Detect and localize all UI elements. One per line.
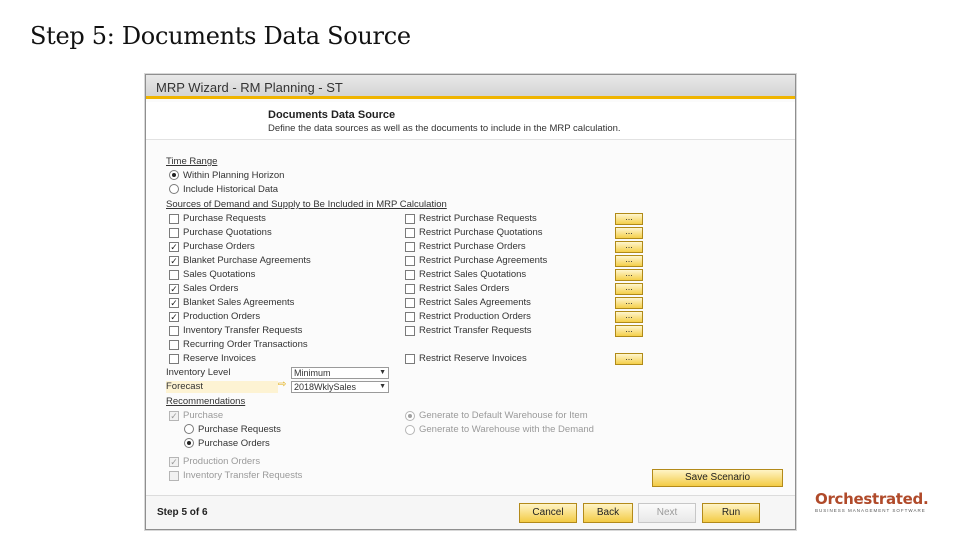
restrict-checkbox[interactable] xyxy=(405,312,415,322)
source-checkbox[interactable] xyxy=(169,214,179,224)
source-checkbox-label: Recurring Order Transactions xyxy=(183,339,308,350)
restrict-checkbox[interactable] xyxy=(405,284,415,294)
restrict-options-button[interactable]: ... xyxy=(615,311,643,323)
wizard-body: Time Range Within Planning Horizon Inclu… xyxy=(146,141,795,529)
save-scenario-button[interactable]: Save Scenario xyxy=(652,469,783,487)
restrict-checkbox-label: Restrict Sales Orders xyxy=(419,283,510,294)
radio-label-include-historical-data: Include Historical Data xyxy=(183,184,279,195)
inventory-level-label: Inventory Level xyxy=(166,367,231,378)
radio-label-demand-warehouse: Generate to Warehouse with the Demand xyxy=(419,424,594,435)
chevron-down-icon: ▼ xyxy=(379,369,386,376)
radio-purchase-requests[interactable] xyxy=(184,424,194,434)
source-checkbox-label: Blanket Purchase Agreements xyxy=(183,255,311,266)
logo-name: Orchestrated. xyxy=(815,490,929,508)
source-checkbox-label: Purchase Requests xyxy=(183,213,266,224)
radio-default-warehouse[interactable] xyxy=(405,411,415,421)
sources-heading: Sources of Demand and Supply to Be Inclu… xyxy=(166,199,447,210)
run-button[interactable]: Run xyxy=(702,503,760,523)
restrict-checkbox-label: Restrict Purchase Orders xyxy=(419,241,526,252)
restrict-options-button[interactable]: ... xyxy=(615,255,643,267)
restrict-checkbox-label: Restrict Purchase Agreements xyxy=(419,255,548,266)
source-checkbox[interactable] xyxy=(169,340,179,350)
restrict-checkbox-label: Restrict Reserve Invoices xyxy=(419,353,527,364)
restrict-checkbox-label: Restrict Sales Agreements xyxy=(419,297,531,308)
source-checkbox-label: Blanket Sales Agreements xyxy=(183,297,295,308)
restrict-checkbox[interactable] xyxy=(405,256,415,266)
source-checkbox-label: Purchase Quotations xyxy=(183,227,272,238)
restrict-options-button[interactable]: ... xyxy=(615,283,643,295)
production-orders-checkbox-label: Production Orders xyxy=(183,456,261,467)
forecast-dropdown[interactable]: 2018WklySales ▼ xyxy=(291,381,389,393)
restrict-options-button[interactable]: ... xyxy=(615,325,643,337)
restrict-options-button[interactable]: ... xyxy=(615,213,643,225)
inventory-transfer-checkbox-label: Inventory Transfer Requests xyxy=(183,470,303,481)
source-checkbox[interactable] xyxy=(169,228,179,238)
restrict-checkbox-label: Restrict Sales Quotations xyxy=(419,269,527,280)
purchase-checkbox-label: Purchase xyxy=(183,410,224,421)
wizard-footer: Step 5 of 6 Cancel Back Next Run xyxy=(146,495,795,529)
inventory-level-dropdown[interactable]: Minimum ▼ xyxy=(291,367,389,379)
next-button[interactable]: Next xyxy=(638,503,696,523)
mrp-wizard-window: MRP Wizard - RM Planning - ST Documents … xyxy=(145,74,796,530)
company-logo: Orchestrated. BUSINESS MANAGEMENT SOFTWA… xyxy=(815,490,929,513)
forecast-label: Forecast xyxy=(166,381,203,392)
restrict-checkbox[interactable] xyxy=(405,242,415,252)
restrict-checkbox[interactable] xyxy=(405,228,415,238)
restrict-checkbox-label: Restrict Production Orders xyxy=(419,311,531,322)
source-checkbox[interactable] xyxy=(169,270,179,280)
wizard-step-subtitle: Define the data sources as well as the d… xyxy=(268,123,621,134)
radio-include-historical-data[interactable] xyxy=(169,184,179,194)
production-orders-checkbox[interactable]: ✓ xyxy=(169,457,179,467)
source-checkbox[interactable]: ✓ xyxy=(169,312,179,322)
restrict-checkbox-label: Restrict Purchase Requests xyxy=(419,213,537,224)
restrict-checkbox[interactable] xyxy=(405,354,415,364)
restrict-options-button[interactable]: ... xyxy=(615,227,643,239)
restrict-checkbox-label: Restrict Purchase Quotations xyxy=(419,227,543,238)
radio-label-purchase-requests: Purchase Requests xyxy=(198,424,281,435)
source-checkbox-label: Inventory Transfer Requests xyxy=(183,325,303,336)
restrict-checkbox[interactable] xyxy=(405,214,415,224)
radio-purchase-orders[interactable] xyxy=(184,438,194,448)
source-checkbox-label: Sales Orders xyxy=(183,283,239,294)
source-checkbox[interactable] xyxy=(169,354,179,364)
source-checkbox[interactable]: ✓ xyxy=(169,284,179,294)
window-titlebar: MRP Wizard - RM Planning - ST xyxy=(146,75,795,99)
source-checkbox-label: Purchase Orders xyxy=(183,241,255,252)
restrict-checkbox-label: Restrict Transfer Requests xyxy=(419,325,532,336)
cancel-button[interactable]: Cancel xyxy=(519,503,577,523)
source-checkbox-label: Production Orders xyxy=(183,311,261,322)
restrict-options-button[interactable]: ... xyxy=(615,241,643,253)
restrict-options-button[interactable]: ... xyxy=(615,353,643,365)
link-arrow-icon[interactable]: ⇨ xyxy=(278,379,286,390)
inventory-transfer-checkbox[interactable] xyxy=(169,471,179,481)
inventory-level-value: Minimum xyxy=(294,368,331,378)
wizard-step-title: Documents Data Source xyxy=(268,109,396,121)
source-checkbox[interactable]: ✓ xyxy=(169,242,179,252)
restrict-options-button[interactable]: ... xyxy=(615,297,643,309)
back-button[interactable]: Back xyxy=(583,503,633,523)
chevron-down-icon: ▼ xyxy=(379,383,386,390)
wizard-header: Documents Data Source Define the data so… xyxy=(146,102,795,140)
forecast-value: 2018WklySales xyxy=(294,382,357,392)
time-range-heading: Time Range xyxy=(166,156,218,167)
slide-title: Step 5: Documents Data Source xyxy=(30,22,411,50)
radio-label-purchase-orders: Purchase Orders xyxy=(198,438,270,449)
source-checkbox-label: Sales Quotations xyxy=(183,269,256,280)
source-checkbox[interactable]: ✓ xyxy=(169,256,179,266)
radio-label-within-planning-horizon: Within Planning Horizon xyxy=(183,170,285,181)
restrict-options-button[interactable]: ... xyxy=(615,269,643,281)
radio-label-default-warehouse: Generate to Default Warehouse for Item xyxy=(419,410,588,421)
purchase-checkbox[interactable]: ✓ xyxy=(169,411,179,421)
restrict-checkbox[interactable] xyxy=(405,270,415,280)
radio-demand-warehouse[interactable] xyxy=(405,425,415,435)
source-checkbox[interactable] xyxy=(169,326,179,336)
logo-tagline: BUSINESS MANAGEMENT SOFTWARE xyxy=(815,508,926,513)
radio-within-planning-horizon[interactable] xyxy=(169,170,179,180)
source-checkbox-label: Reserve Invoices xyxy=(183,353,256,364)
restrict-checkbox[interactable] xyxy=(405,326,415,336)
step-indicator: Step 5 of 6 xyxy=(157,507,208,518)
recommendations-heading: Recommendations xyxy=(166,396,246,407)
source-checkbox[interactable]: ✓ xyxy=(169,298,179,308)
restrict-checkbox[interactable] xyxy=(405,298,415,308)
